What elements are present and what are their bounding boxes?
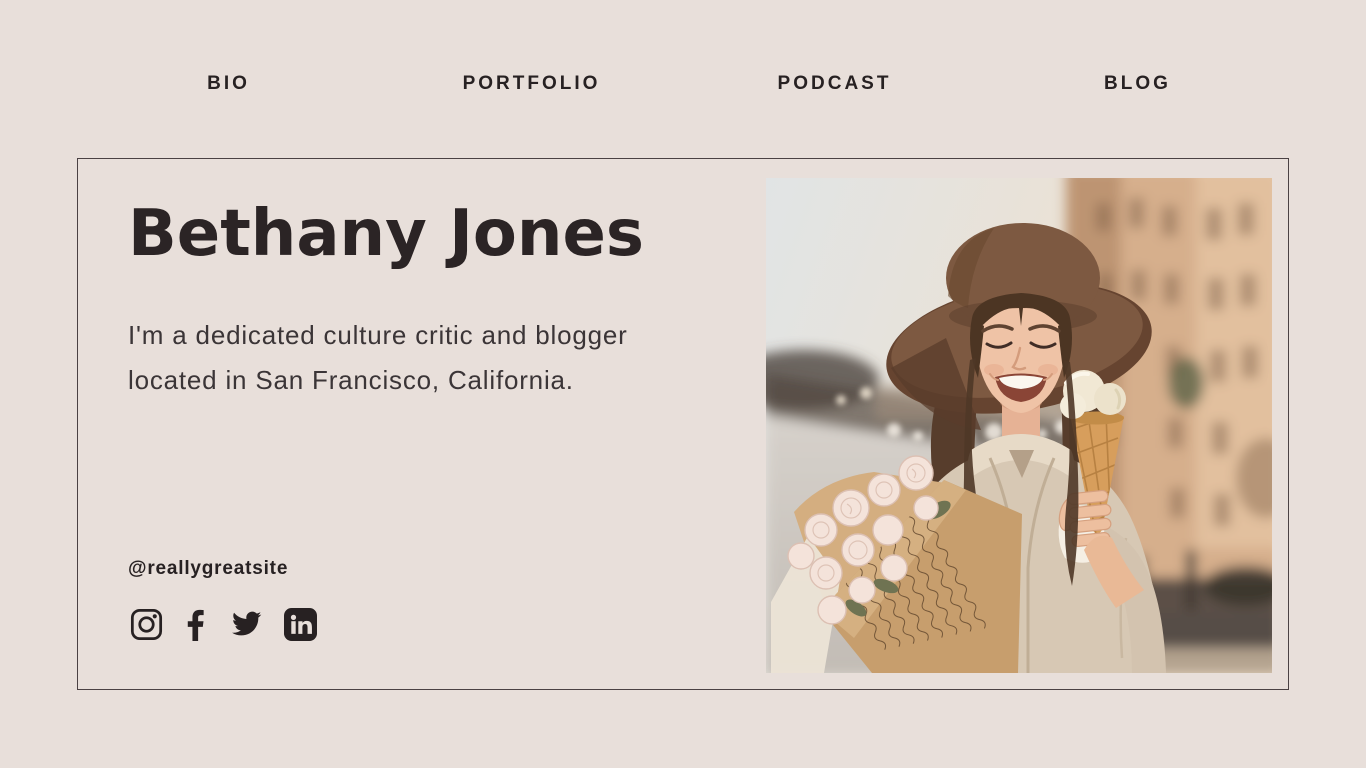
facebook-link[interactable]	[182, 607, 208, 641]
profile-card: Bethany Jones I'm a dedicated culture cr…	[77, 158, 1289, 690]
profile-info: Bethany Jones I'm a dedicated culture cr…	[128, 159, 748, 689]
social-links-row	[130, 607, 317, 641]
nav-item-podcast[interactable]: PODCAST	[683, 62, 986, 106]
bio-line-2: located in San Francisco, California.	[128, 365, 574, 395]
nav-item-bio[interactable]: BIO	[77, 62, 380, 106]
twitter-icon	[227, 608, 265, 640]
linkedin-icon	[284, 608, 317, 641]
instagram-link[interactable]	[130, 608, 163, 641]
twitter-link[interactable]	[227, 608, 265, 640]
top-navigation: BIO PORTFOLIO PODCAST BLOG	[77, 62, 1289, 106]
instagram-icon	[130, 608, 163, 641]
profile-photo	[766, 178, 1272, 673]
social-handle: @reallygreatsite	[128, 558, 288, 580]
facebook-icon	[182, 607, 208, 641]
bio-line-1: I'm a dedicated culture critic and blogg…	[128, 320, 628, 350]
bio-text: I'm a dedicated culture critic and blogg…	[128, 313, 628, 403]
nav-item-blog[interactable]: BLOG	[986, 62, 1289, 106]
linkedin-link[interactable]	[284, 608, 317, 641]
nav-item-portfolio[interactable]: PORTFOLIO	[380, 62, 683, 106]
page-title: Bethany Jones	[128, 197, 644, 271]
